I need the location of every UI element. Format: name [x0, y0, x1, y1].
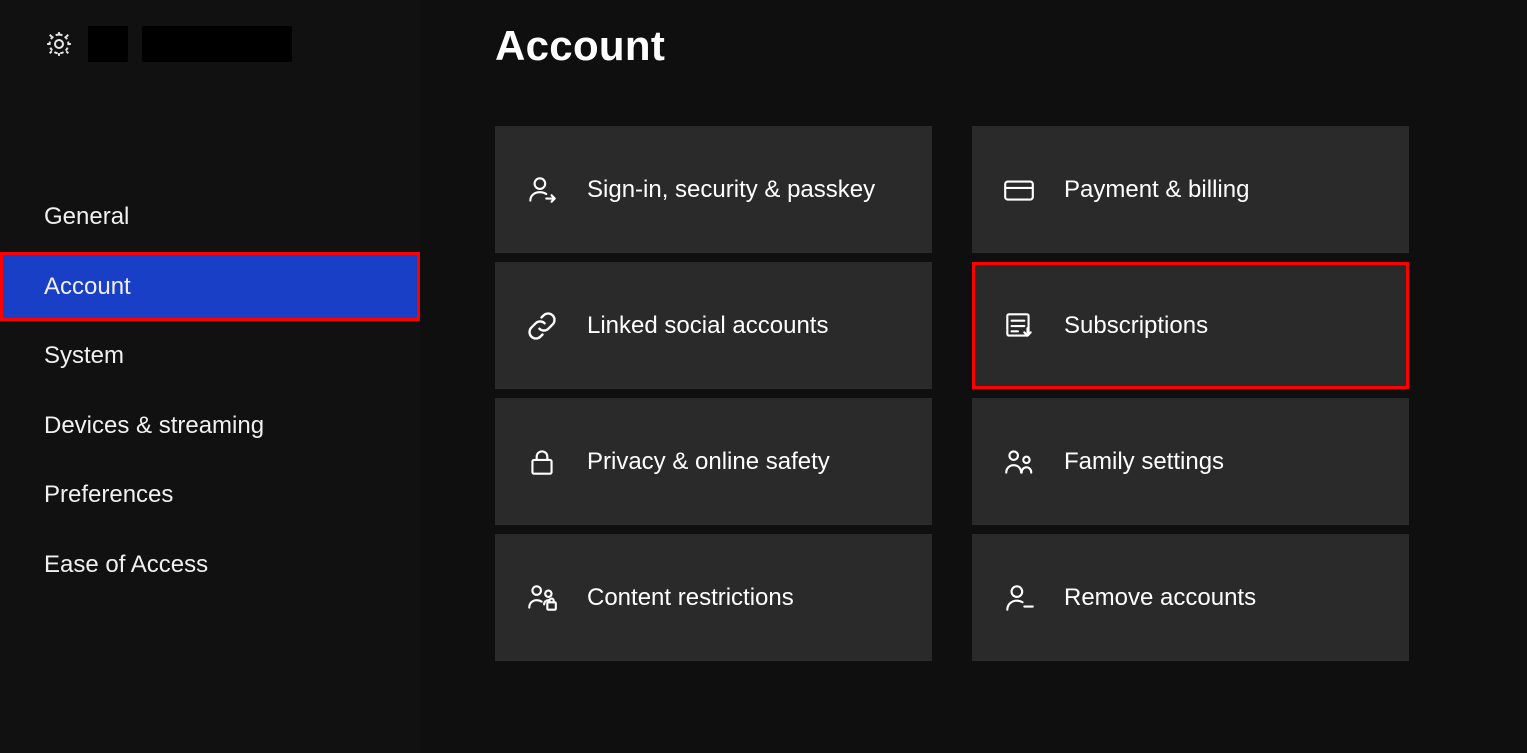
link-icon: [525, 309, 559, 343]
tile-label: Family settings: [1064, 447, 1224, 477]
tile-family-settings[interactable]: Family settings: [972, 398, 1409, 525]
tile-label: Sign-in, security & passkey: [587, 175, 875, 205]
tile-payment-billing[interactable]: Payment & billing: [972, 126, 1409, 253]
tile-label: Content restrictions: [587, 583, 794, 613]
redacted-avatar: [88, 26, 128, 62]
lock-icon: [525, 445, 559, 479]
tile-linked-social-accounts[interactable]: Linked social accounts: [495, 262, 932, 389]
sidebar-item-devices-streaming[interactable]: Devices & streaming: [0, 391, 420, 461]
sidebar-item-preferences[interactable]: Preferences: [0, 460, 420, 530]
family-icon: [1002, 445, 1036, 479]
page-title: Account: [495, 22, 1487, 70]
person-remove-icon: [1002, 581, 1036, 615]
account-tile-grid: Sign-in, security & passkey Payment & bi…: [495, 126, 1487, 661]
tile-label: Payment & billing: [1064, 175, 1249, 205]
sidebar-item-account[interactable]: Account: [0, 252, 420, 322]
redacted-username: [142, 26, 292, 62]
subscription-icon: [1002, 309, 1036, 343]
tile-content-restrictions[interactable]: Content restrictions: [495, 534, 932, 661]
tile-privacy-online-safety[interactable]: Privacy & online safety: [495, 398, 932, 525]
settings-sidebar: General Account System Devices & streami…: [0, 0, 420, 753]
tile-signin-security-passkey[interactable]: Sign-in, security & passkey: [495, 126, 932, 253]
credit-card-icon: [1002, 173, 1036, 207]
sidebar-item-ease-of-access[interactable]: Ease of Access: [0, 530, 420, 600]
sidebar-item-general[interactable]: General: [0, 182, 420, 252]
tile-label: Subscriptions: [1064, 311, 1208, 341]
tile-subscriptions[interactable]: Subscriptions: [972, 262, 1409, 389]
sidebar-nav: General Account System Devices & streami…: [0, 182, 420, 600]
tile-label: Remove accounts: [1064, 583, 1256, 613]
tile-remove-accounts[interactable]: Remove accounts: [972, 534, 1409, 661]
gear-icon: [44, 29, 74, 59]
main-content: Account Sign-in, security & passkey: [420, 0, 1527, 753]
sidebar-item-system[interactable]: System: [0, 321, 420, 391]
tile-label: Privacy & online safety: [587, 447, 830, 477]
person-lock-icon: [525, 581, 559, 615]
app-root: General Account System Devices & streami…: [0, 0, 1527, 753]
person-arrow-icon: [525, 173, 559, 207]
sidebar-header: [0, 20, 420, 72]
tile-label: Linked social accounts: [587, 311, 828, 341]
